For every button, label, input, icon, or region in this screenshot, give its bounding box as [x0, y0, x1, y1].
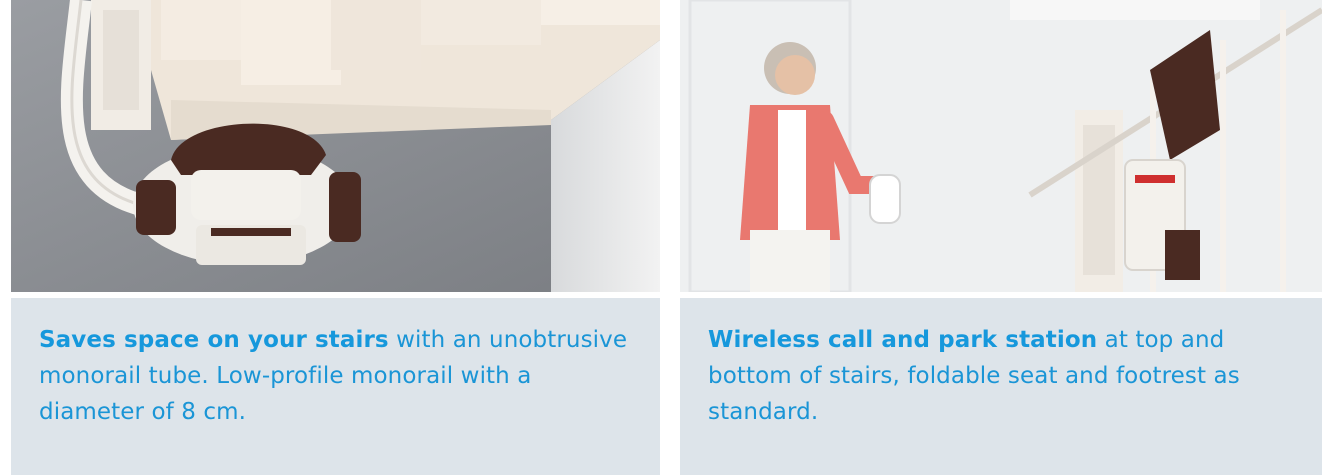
feature-card-monorail: Saves space on your stairs with an unobt…: [11, 0, 660, 475]
stairlift-topview-illustration: [11, 0, 660, 292]
feature-card-call-station: Wireless call and park station at top an…: [680, 0, 1322, 475]
caption-text: Saves space on your stairs with an unobt…: [39, 322, 640, 430]
caption-text: Wireless call and park station at top an…: [708, 322, 1302, 430]
caption-panel: Saves space on your stairs with an unobt…: [11, 298, 660, 475]
call-station-image: [680, 0, 1322, 292]
stairlift-topview-image: [11, 0, 660, 292]
caption-highlight: Saves space on your stairs: [39, 327, 389, 353]
caption-panel: Wireless call and park station at top an…: [680, 298, 1322, 475]
call-station-illustration: [680, 0, 1322, 292]
caption-highlight: Wireless call and park station: [708, 327, 1098, 353]
